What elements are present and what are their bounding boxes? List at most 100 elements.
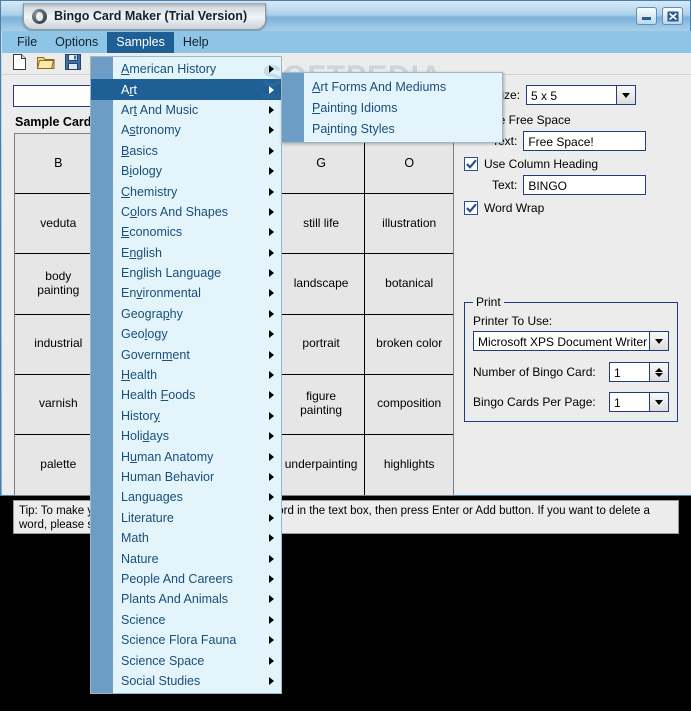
submenu-arrow-icon [269,473,274,481]
samples-item-languages[interactable]: Languages [91,487,281,507]
samples-item-biology[interactable]: Biology [91,161,281,181]
card-cell: landscape [278,254,366,314]
spinner-icon[interactable] [649,363,668,381]
samples-item-health[interactable]: Health [91,365,281,385]
column-heading-text-label: Text: [492,178,517,192]
menu-item-label: History [121,409,160,423]
submenu-arrow-icon [269,412,274,420]
print-group: Print Printer To Use: Microsoft XPS Docu… [464,295,678,422]
samples-item-basics[interactable]: Basics [91,141,281,161]
samples-item-art-and-music[interactable]: Art And Music [91,100,281,120]
print-group-legend: Print [473,295,504,309]
menu-item-label: Government [121,348,190,362]
submenu-arrow-icon [269,147,274,155]
samples-item-geography[interactable]: Geography [91,304,281,324]
close-button[interactable] [662,7,683,25]
title-bar: Bingo Card Maker (Trial Version) [1,1,690,31]
samples-item-geology[interactable]: Geology [91,324,281,344]
samples-item-chemistry[interactable]: Chemistry [91,181,281,201]
word-wrap-checkbox[interactable]: Word Wrap [464,201,680,215]
menu-options[interactable]: Options [46,32,107,53]
card-cell: figure painting [278,375,366,435]
samples-item-social-studies[interactable]: Social Studies [91,671,281,691]
submenu-arrow-icon [269,249,274,257]
menu-file[interactable]: File [8,32,46,53]
card-cell: underpainting [278,435,366,495]
cards-per-page-label: Bingo Cards Per Page: [473,395,596,409]
use-column-heading-label: Use Column Heading [484,157,598,171]
printer-select[interactable]: Microsoft XPS Document Writer [473,331,669,351]
menu-samples[interactable]: Samples [107,32,174,53]
menu-item-label: Science Space [121,654,204,668]
submenu-arrow-icon [269,555,274,563]
cards-per-page-value: 1 [610,393,649,411]
free-space-text-row: Text: Free Space! [492,131,680,151]
art-item-painting-idioms[interactable]: Painting Idioms [282,97,502,118]
samples-item-plants-and-animals[interactable]: Plants And Animals [91,589,281,609]
menu-item-label: English Language [121,266,221,280]
art-item-painting-styles[interactable]: Painting Styles [282,118,502,139]
card-cell: botanical [365,254,453,314]
submenu-arrow-icon [269,106,274,114]
number-of-cards-stepper[interactable]: 1 [609,362,669,382]
menu-item-label: Plants And Animals [121,592,228,606]
printer-label: Printer To Use: [473,314,669,328]
samples-item-math[interactable]: Math [91,528,281,548]
samples-item-art[interactable]: Art [91,79,281,99]
card-header-cell: O [365,134,453,194]
samples-item-science-space[interactable]: Science Space [91,650,281,670]
number-of-cards-label: Number of Bingo Card: [473,365,596,379]
menu-item-label: Health Foods [121,388,195,402]
art-item-art-forms-and-mediums[interactable]: Art Forms And Mediums [282,76,502,97]
save-icon[interactable] [65,54,81,73]
samples-item-nature[interactable]: Nature [91,548,281,568]
new-icon[interactable] [12,54,27,73]
use-column-heading-checkbox[interactable]: Use Column Heading [464,157,680,171]
samples-item-health-foods[interactable]: Health Foods [91,385,281,405]
samples-item-holidays[interactable]: Holidays [91,426,281,446]
samples-item-literature[interactable]: Literature [91,508,281,528]
app-logo-icon [32,9,47,24]
samples-item-government[interactable]: Government [91,344,281,364]
samples-item-science[interactable]: Science [91,610,281,630]
free-space-text-input[interactable]: Free Space! [523,131,646,151]
menu-item-label: Chemistry [121,185,177,199]
menu-item-label: American History [121,62,216,76]
submenu-arrow-icon [269,167,274,175]
samples-item-human-behavior[interactable]: Human Behavior [91,467,281,487]
card-size-select[interactable]: 5 x 5 [526,85,636,105]
samples-item-english-language[interactable]: English Language [91,263,281,283]
samples-item-colors-and-shapes[interactable]: Colors And Shapes [91,202,281,222]
samples-item-human-anatomy[interactable]: Human Anatomy [91,446,281,466]
menu-item-label: Economics [121,225,182,239]
cards-per-page-select[interactable]: 1 [609,392,669,412]
chevron-down-icon[interactable] [649,332,668,350]
number-of-cards-row: Number of Bingo Card: 1 [473,362,669,382]
submenu-arrow-icon [269,65,274,73]
chevron-down-icon[interactable] [649,393,668,411]
minimize-button[interactable] [636,7,657,25]
number-of-cards-value: 1 [610,363,649,381]
submenu-arrow-icon [269,636,274,644]
menu-help[interactable]: Help [174,32,218,53]
checkbox-box [464,157,478,171]
card-cell: still life [278,194,366,254]
chevron-down-icon[interactable] [616,86,635,104]
samples-item-economics[interactable]: Economics [91,222,281,242]
menu-item-label: Human Anatomy [121,450,213,464]
submenu-arrow-icon [269,310,274,318]
menu-item-label: Health [121,368,157,382]
menu-item-label: Geography [121,307,183,321]
column-heading-text-input[interactable]: BINGO [523,175,646,195]
samples-item-english[interactable]: English [91,243,281,263]
samples-item-science-flora-fauna[interactable]: Science Flora Fauna [91,630,281,650]
samples-item-astronomy[interactable]: Astronomy [91,120,281,140]
open-icon[interactable] [37,54,55,73]
samples-item-people-and-careers[interactable]: People And Careers [91,569,281,589]
samples-item-history[interactable]: History [91,406,281,426]
settings-panel: Card Size: 5 x 5 Use Free Space Text: Fr… [464,85,680,495]
samples-item-american-history[interactable]: American History [91,59,281,79]
menu-item-label: Science Flora Fauna [121,633,236,647]
samples-item-environmental[interactable]: Environmental [91,283,281,303]
menu-item-label: Human Behavior [121,470,214,484]
